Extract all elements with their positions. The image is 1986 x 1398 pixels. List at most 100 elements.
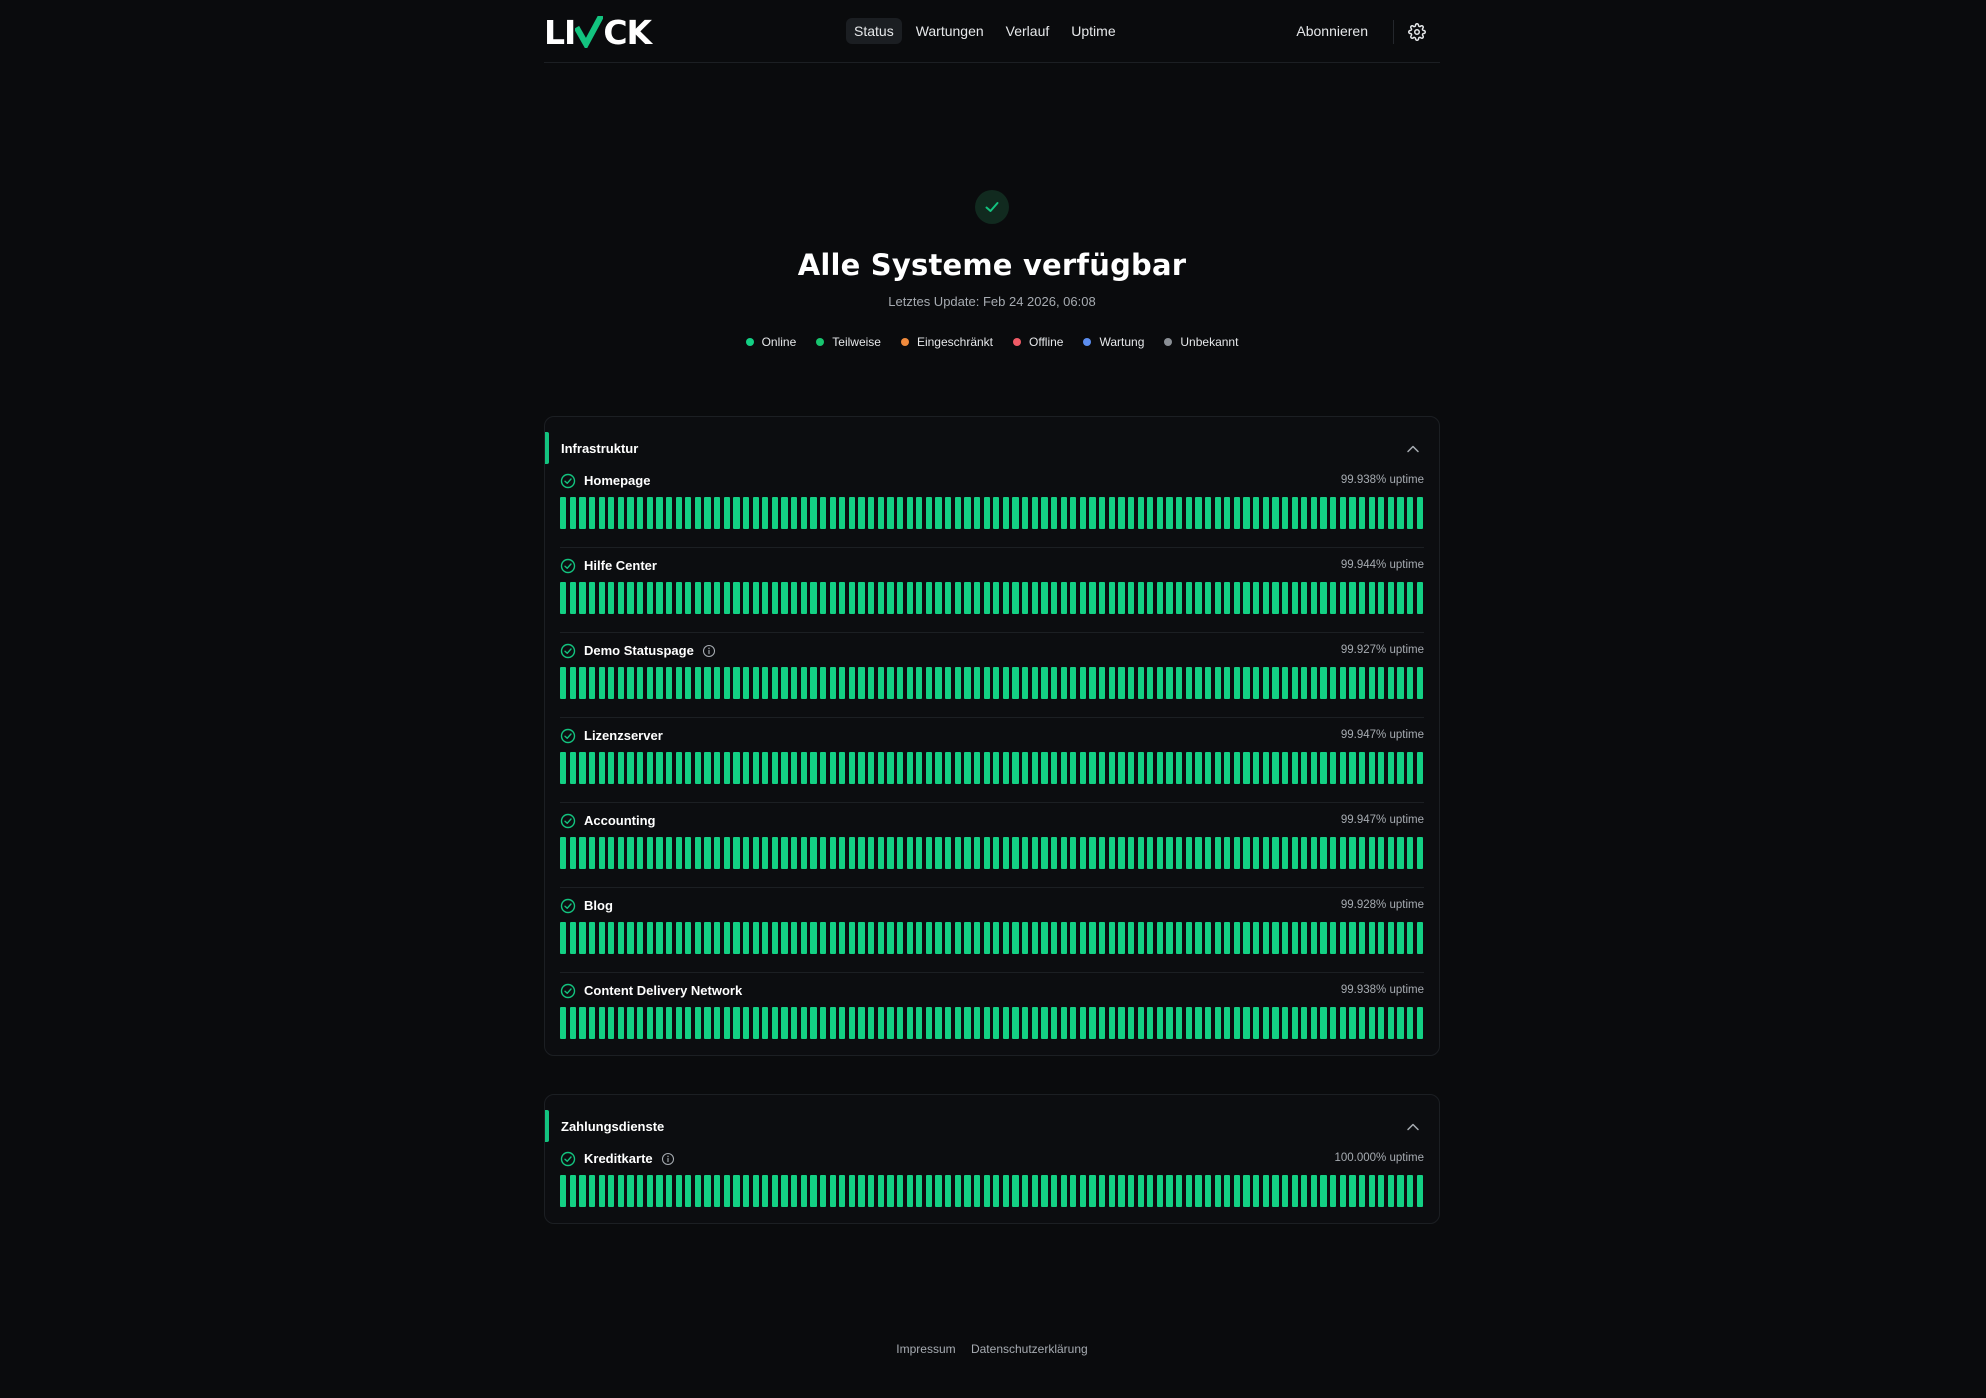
uptime-bar[interactable] [560, 752, 567, 784]
uptime-bar[interactable] [839, 922, 846, 954]
uptime-bar[interactable] [1031, 752, 1038, 784]
uptime-bar[interactable] [858, 752, 865, 784]
uptime-bar[interactable] [1176, 837, 1183, 869]
uptime-bar[interactable] [579, 922, 586, 954]
uptime-bar[interactable] [896, 497, 904, 529]
uptime-bar[interactable] [1262, 582, 1269, 614]
uptime-bar[interactable] [733, 1007, 740, 1039]
uptime-bar[interactable] [791, 1175, 798, 1207]
uptime-bar[interactable] [906, 667, 913, 699]
uptime-bar[interactable] [579, 1007, 586, 1039]
uptime-bar[interactable] [704, 497, 711, 529]
uptime-bar[interactable] [704, 1175, 711, 1207]
uptime-bar[interactable] [810, 837, 817, 869]
uptime-bar[interactable] [752, 667, 759, 699]
uptime-bar[interactable] [896, 837, 904, 869]
uptime-bar[interactable] [916, 1175, 923, 1207]
uptime-bar[interactable] [1407, 667, 1414, 699]
uptime-bar[interactable] [1147, 752, 1154, 784]
uptime-bar[interactable] [1127, 1007, 1135, 1039]
uptime-bar[interactable] [714, 667, 721, 699]
uptime-bar[interactable] [925, 582, 933, 614]
uptime-bar[interactable] [1320, 1007, 1327, 1039]
uptime-bar[interactable] [1002, 752, 1010, 784]
uptime-bar[interactable] [1060, 582, 1067, 614]
uptime-bar[interactable] [1358, 667, 1366, 699]
uptime-bar[interactable] [1243, 497, 1250, 529]
uptime-bar[interactable] [868, 667, 875, 699]
uptime-bar[interactable] [733, 1175, 740, 1207]
uptime-bar[interactable] [1022, 1175, 1029, 1207]
uptime-bar[interactable] [1262, 1175, 1269, 1207]
uptime-bar[interactable] [945, 922, 952, 954]
uptime-bar[interactable] [945, 1007, 952, 1039]
uptime-bar[interactable] [1416, 1007, 1423, 1039]
uptime-bar[interactable] [1416, 497, 1423, 529]
uptime-bar[interactable] [1137, 667, 1144, 699]
uptime-bar[interactable] [945, 752, 952, 784]
uptime-bar[interactable] [1301, 922, 1308, 954]
uptime-bar[interactable] [887, 752, 894, 784]
uptime-bar[interactable] [791, 922, 798, 954]
uptime-bar[interactable] [1089, 837, 1096, 869]
uptime-bar[interactable] [1137, 752, 1144, 784]
uptime-bar[interactable] [1416, 922, 1423, 954]
uptime-bar[interactable] [1253, 667, 1260, 699]
uptime-bar[interactable] [973, 922, 981, 954]
uptime-bar[interactable] [1416, 582, 1423, 614]
uptime-bar[interactable] [781, 752, 788, 784]
uptime-bar[interactable] [675, 1007, 682, 1039]
uptime-bar[interactable] [608, 497, 615, 529]
uptime-bar[interactable] [1002, 582, 1010, 614]
uptime-bar[interactable] [608, 582, 615, 614]
uptime-bar[interactable] [1041, 1175, 1048, 1207]
uptime-bar[interactable] [896, 582, 904, 614]
uptime-bar[interactable] [1214, 667, 1221, 699]
uptime-bar[interactable] [1079, 1007, 1087, 1039]
uptime-bar[interactable] [791, 667, 798, 699]
uptime-bar[interactable] [1031, 1175, 1038, 1207]
uptime-bar[interactable] [877, 582, 884, 614]
uptime-bar[interactable] [906, 1007, 913, 1039]
uptime-bar[interactable] [694, 922, 702, 954]
uptime-bar[interactable] [617, 922, 625, 954]
uptime-bar[interactable] [1147, 667, 1154, 699]
uptime-bar[interactable] [906, 752, 913, 784]
uptime-bar[interactable] [560, 582, 567, 614]
uptime-bar[interactable] [1397, 582, 1404, 614]
uptime-bar[interactable] [762, 1175, 769, 1207]
uptime-bar[interactable] [646, 922, 653, 954]
uptime-bar[interactable] [1310, 667, 1318, 699]
uptime-bar[interactable] [1301, 582, 1308, 614]
uptime-bar[interactable] [1002, 667, 1010, 699]
uptime-bar[interactable] [1079, 1175, 1087, 1207]
uptime-bar[interactable] [771, 1007, 779, 1039]
uptime-bar[interactable] [954, 837, 961, 869]
uptime-bar[interactable] [752, 837, 759, 869]
uptime-bar[interactable] [887, 497, 894, 529]
uptime-bar[interactable] [742, 582, 750, 614]
uptime-bar[interactable] [1243, 582, 1250, 614]
uptime-bar[interactable] [1281, 752, 1289, 784]
uptime-bar[interactable] [819, 922, 827, 954]
uptime-bar[interactable] [829, 497, 836, 529]
uptime-bar[interactable] [1301, 1175, 1308, 1207]
uptime-bar[interactable] [887, 582, 894, 614]
uptime-bar[interactable] [656, 497, 663, 529]
uptime-bar[interactable] [1330, 1007, 1337, 1039]
uptime-bar[interactable] [1224, 667, 1231, 699]
uptime-bar[interactable] [887, 922, 894, 954]
uptime-bar[interactable] [810, 1175, 817, 1207]
uptime-bar[interactable] [723, 497, 730, 529]
uptime-bar[interactable] [771, 667, 779, 699]
uptime-bar[interactable] [916, 752, 923, 784]
uptime-bar[interactable] [1195, 582, 1202, 614]
uptime-bar[interactable] [877, 837, 884, 869]
uptime-bar[interactable] [762, 1007, 769, 1039]
uptime-bar[interactable] [617, 667, 625, 699]
uptime-bar[interactable] [1233, 667, 1241, 699]
uptime-bar[interactable] [1368, 837, 1375, 869]
subscribe-button[interactable]: Abonnieren [1296, 23, 1368, 39]
uptime-bar[interactable] [598, 667, 605, 699]
uptime-bar[interactable] [608, 1175, 615, 1207]
